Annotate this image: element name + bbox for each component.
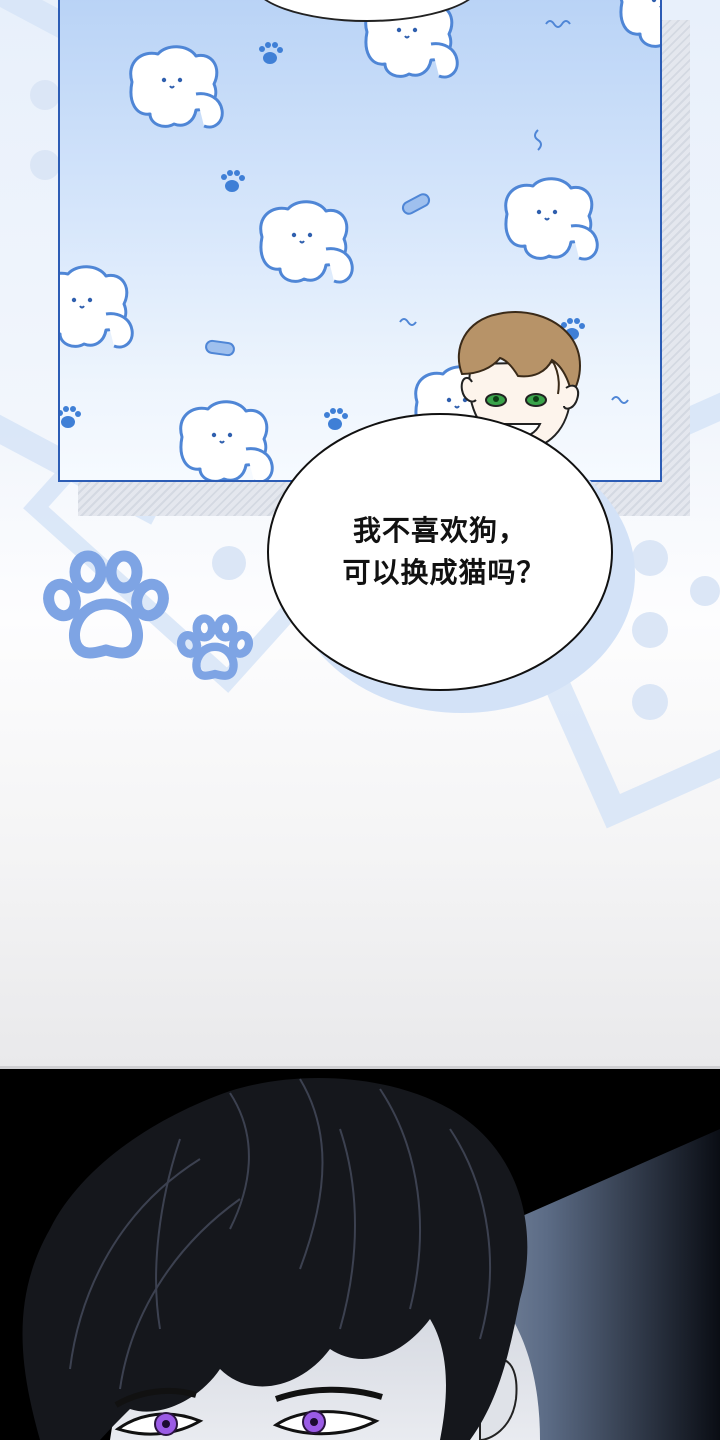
bg-dot bbox=[632, 684, 668, 720]
bg-dot bbox=[30, 150, 60, 180]
speech-bubble: 我不喜欢狗， 可以换成猫吗？ bbox=[267, 413, 613, 691]
paw-icon bbox=[221, 170, 245, 192]
paw-icon bbox=[60, 406, 81, 428]
bg-dot bbox=[632, 540, 668, 576]
puppy-icon bbox=[259, 200, 354, 284]
bg-dot bbox=[632, 612, 668, 648]
paw-icon bbox=[259, 42, 283, 64]
speech-line-1: 我不喜欢狗， bbox=[352, 514, 527, 547]
puppy-icon bbox=[129, 45, 224, 129]
paw-icon bbox=[176, 614, 254, 680]
puppy-icon bbox=[619, 0, 660, 49]
puppy-icon bbox=[179, 400, 274, 480]
dark-haired-character bbox=[22, 1078, 720, 1440]
puppy-icon bbox=[504, 177, 599, 261]
dark-character-panel bbox=[0, 1069, 720, 1440]
bg-dot bbox=[212, 546, 246, 580]
paw-icon bbox=[43, 550, 169, 659]
puppy-icon bbox=[60, 265, 134, 349]
paw-icon bbox=[324, 408, 348, 430]
speech-line-2: 可以换成猫吗？ bbox=[342, 556, 546, 589]
bg-dot bbox=[30, 80, 60, 110]
bg-dot bbox=[690, 576, 720, 606]
